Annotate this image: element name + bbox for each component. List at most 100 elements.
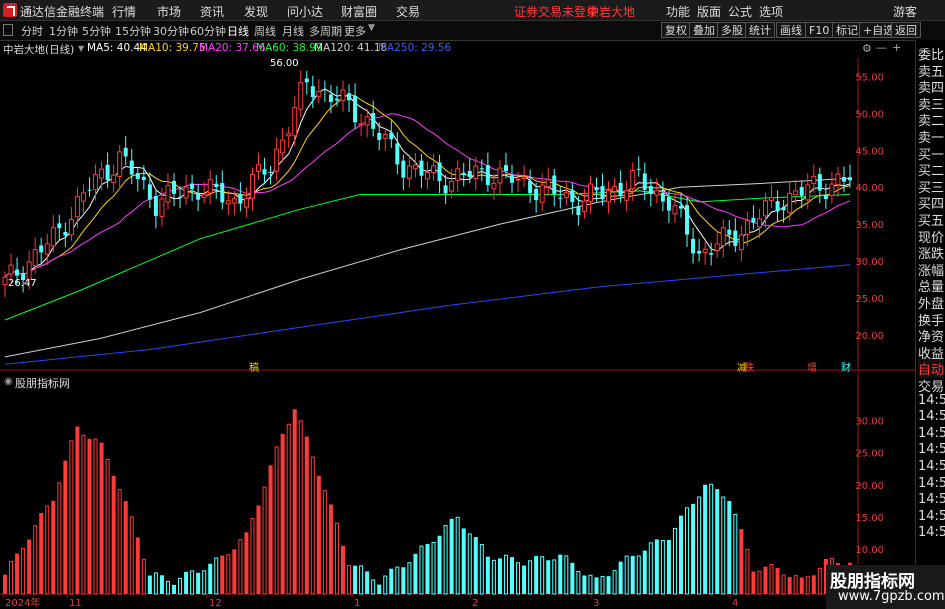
indicator-bar — [250, 518, 255, 595]
indicator-bar — [359, 565, 364, 595]
side-item[interactable]: 14:56 — [918, 409, 945, 424]
side-item[interactable]: 14:56 — [918, 509, 945, 524]
indicator-bar — [208, 563, 213, 594]
candle-body — [159, 198, 165, 217]
indicator-bar — [425, 544, 430, 594]
ma120-line — [4, 177, 851, 358]
candle-body — [15, 269, 20, 276]
indicator-bar — [612, 570, 617, 595]
indicator-bar — [624, 555, 629, 595]
candle-body — [714, 243, 720, 252]
indicator-bar — [3, 574, 7, 594]
side-item[interactable]: 14:56 — [918, 525, 945, 540]
candle-body — [648, 185, 653, 195]
candle-body — [99, 168, 105, 179]
candle-body — [412, 164, 418, 170]
side-item[interactable]: 14:56 — [918, 476, 945, 491]
indicator-bar — [715, 489, 720, 594]
candle-body — [147, 184, 152, 200]
candle-body — [491, 182, 497, 190]
candle-body — [371, 112, 376, 129]
candle-body — [581, 200, 587, 213]
event-marker[interactable]: 跌 — [744, 359, 754, 374]
indicator-bar — [129, 516, 134, 595]
side-item[interactable]: 14:56 — [918, 393, 945, 408]
x-tick-label: 3 — [593, 598, 599, 609]
candle-body — [347, 93, 352, 101]
candle-body — [419, 160, 424, 176]
candle-body — [449, 181, 455, 192]
indicator-bar — [437, 535, 442, 594]
candle-body — [153, 196, 158, 216]
y-tick-label: 55.00 — [855, 72, 884, 83]
indicator-bar — [232, 549, 237, 594]
indicator-bar — [33, 525, 38, 595]
candle-body — [231, 198, 237, 204]
candle-body — [528, 180, 533, 194]
indicator-bar — [449, 518, 454, 594]
indicator-bar — [407, 562, 412, 595]
candle-body — [817, 174, 822, 191]
candle-body — [316, 91, 322, 97]
indicator-bar — [298, 420, 303, 595]
candle-body — [406, 165, 412, 179]
candle-body — [756, 218, 762, 228]
candle-body — [811, 175, 817, 184]
candle-body — [443, 185, 448, 194]
indicator-bar — [286, 423, 291, 595]
x-tick-label: 2 — [472, 598, 478, 609]
indicator-bar — [15, 553, 20, 594]
candle-body — [503, 165, 508, 172]
indicator-bar — [280, 433, 285, 594]
high-price-label: 56.00 — [270, 58, 299, 69]
candle-body — [545, 179, 551, 188]
indicator-bar — [697, 496, 702, 595]
candle-body — [238, 194, 243, 204]
y-tick-label: 30.00 — [855, 416, 884, 427]
side-item[interactable]: 14:56 — [918, 492, 945, 507]
indicator-bar — [443, 525, 448, 595]
candle-body — [679, 205, 683, 209]
candle-body — [793, 190, 799, 196]
indicator-bar — [763, 566, 768, 594]
y-tick-label: 25.00 — [855, 449, 884, 460]
indicator-bar — [57, 482, 62, 595]
side-item[interactable]: 14:56 — [918, 442, 945, 457]
candle-body — [39, 245, 44, 253]
indicator-bar — [316, 475, 321, 594]
indicator-bar — [540, 556, 545, 595]
side-item[interactable]: 14:56 — [918, 459, 945, 474]
indicator-bar — [81, 434, 86, 595]
indicator-bar — [117, 489, 122, 595]
candle-body — [738, 234, 744, 251]
candle-body — [353, 95, 358, 123]
indicator-bar — [455, 516, 460, 595]
event-marker[interactable]: 财 — [841, 359, 851, 374]
panel-toggle-icon[interactable]: ◉ — [4, 376, 13, 387]
indicator-bar — [45, 505, 50, 595]
event-marker[interactable]: 增 — [807, 359, 817, 374]
indicator-bar — [334, 522, 339, 595]
indicator-bar — [618, 561, 623, 594]
indicator-bar — [93, 438, 98, 595]
side-item[interactable]: 14:56 — [918, 426, 945, 441]
candle-body — [720, 227, 726, 247]
candle-body — [310, 86, 315, 98]
indicator-bar — [262, 486, 267, 595]
candle-body — [328, 94, 333, 102]
indicator-bar — [805, 576, 810, 595]
indicator-bar — [558, 554, 563, 594]
y-tick-label: 20.00 — [855, 481, 884, 492]
candle-body — [401, 160, 406, 178]
candle-body — [612, 186, 618, 192]
indicator-bar — [745, 548, 750, 595]
candle-body — [848, 177, 852, 181]
candlestick-chart[interactable]: 20.00 25.00 30.00 35.00 40.00 45.00 50.00 55.00… — [0, 0, 915, 609]
indicator-bar — [413, 553, 418, 594]
candle-body — [587, 183, 593, 202]
indicator-bar — [99, 442, 104, 594]
event-marker[interactable]: 稿 — [249, 359, 259, 374]
indicator-bar — [105, 458, 110, 595]
indicator-bar — [147, 575, 152, 594]
candle-body — [280, 139, 286, 154]
